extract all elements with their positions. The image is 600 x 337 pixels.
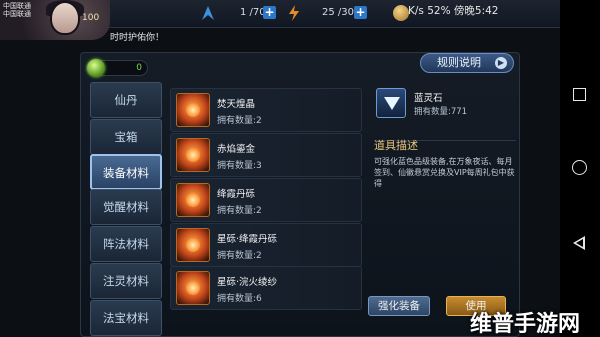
category-spirit-materials[interactable]: 注灵材料 <box>90 263 162 299</box>
rules-button[interactable]: 规则说明 ▶ <box>420 53 514 73</box>
description-text: 可强化蓝色品级装备,在万象夜话、每月签到、仙徽悬赏兑换及VIP每周礼包中获得 <box>374 157 515 188</box>
level-text: 100 <box>82 13 100 23</box>
item-name: 赤焰鎏金 <box>217 144 256 155</box>
currency-value: 0 <box>136 63 142 73</box>
gem-icon <box>87 59 105 77</box>
system-status-bar: K/s 52% 傍晚5:42 <box>408 5 499 17</box>
stamina-value: 1 /70 <box>240 7 266 18</box>
rules-button-label: 规则说明 <box>437 56 481 69</box>
item-icon <box>176 183 210 217</box>
category-equipment-materials[interactable]: 装备材料 <box>90 154 162 190</box>
list-item[interactable]: 赤焰鎏金 拥有数量:3 <box>170 133 362 177</box>
detail-item-qty: 拥有数量:771 <box>414 107 468 117</box>
nav-circle-icon[interactable] <box>572 160 587 175</box>
item-name: 焚天煌晶 <box>217 99 256 110</box>
list-item[interactable]: 星砾·绛霞丹砾 拥有数量:2 <box>170 223 362 267</box>
category-list: 仙丹 宝箱 装备材料 觉醒材料 阵法材料 注灵材料 法宝材料 <box>86 78 166 337</box>
item-icon <box>176 93 210 127</box>
nav-square-icon[interactable] <box>573 88 586 101</box>
item-name: 星砾·浣火绫纱 <box>217 277 278 288</box>
server-line-1: 中国联通 <box>3 2 31 10</box>
category-baoxiang[interactable]: 宝箱 <box>90 119 162 155</box>
avatar-face <box>52 3 78 33</box>
item-qty: 拥有数量:2 <box>217 251 262 261</box>
watermark-text: 维普手游网 <box>470 312 581 337</box>
chevron-right-icon: ▶ <box>495 57 507 69</box>
notice-text: 时时护佑你！ <box>110 33 165 43</box>
category-treasure-materials[interactable]: 法宝材料 <box>90 300 162 336</box>
coin-icon <box>393 5 409 21</box>
detail-item-name: 蓝灵石 <box>414 93 443 104</box>
description-title: 道具描述 <box>374 139 418 152</box>
item-icon <box>176 271 210 305</box>
stamina-plus-button[interactable]: + <box>263 6 276 19</box>
stamina-icon <box>202 6 214 20</box>
category-formation-materials[interactable]: 阵法材料 <box>90 226 162 262</box>
item-name: 绛霞丹砾 <box>217 189 256 200</box>
blue-stone-icon <box>376 88 406 118</box>
item-qty: 拥有数量:2 <box>217 116 262 126</box>
item-icon <box>176 228 210 262</box>
item-icon <box>176 138 210 172</box>
item-list: 焚天煌晶 拥有数量:2 赤焰鎏金 拥有数量:3 绛霞丹砾 拥有数量:2 星砾·绛… <box>170 80 364 337</box>
item-qty: 拥有数量:3 <box>217 161 262 171</box>
energy-plus-button[interactable]: + <box>354 6 367 19</box>
list-item[interactable]: 焚天煌晶 拥有数量:2 <box>170 88 362 132</box>
nav-back-icon[interactable] <box>573 236 585 250</box>
currency-box: 0 <box>86 59 148 77</box>
energy-value: 25 /30 <box>322 7 354 18</box>
list-item[interactable]: 绛霞丹砾 拥有数量:2 <box>170 178 362 222</box>
android-nav-bar <box>560 0 600 337</box>
item-qty: 拥有数量:6 <box>217 294 262 304</box>
enhance-equipment-button[interactable]: 强化装备 <box>368 296 430 316</box>
server-line-2: 中国联通 <box>3 10 31 18</box>
item-name: 星砾·绛霞丹砾 <box>217 234 278 245</box>
category-awaken-materials[interactable]: 觉醒材料 <box>90 189 162 225</box>
item-qty: 拥有数量:2 <box>217 206 262 216</box>
energy-icon <box>289 5 299 21</box>
top-hud: 中国联通 中国联通 100 1 /70 + 25 /30 + K/s 52% 傍… <box>0 0 560 40</box>
category-xiandan[interactable]: 仙丹 <box>90 82 162 118</box>
list-item[interactable]: 星砾·浣火绫纱 拥有数量:6 <box>170 266 362 310</box>
